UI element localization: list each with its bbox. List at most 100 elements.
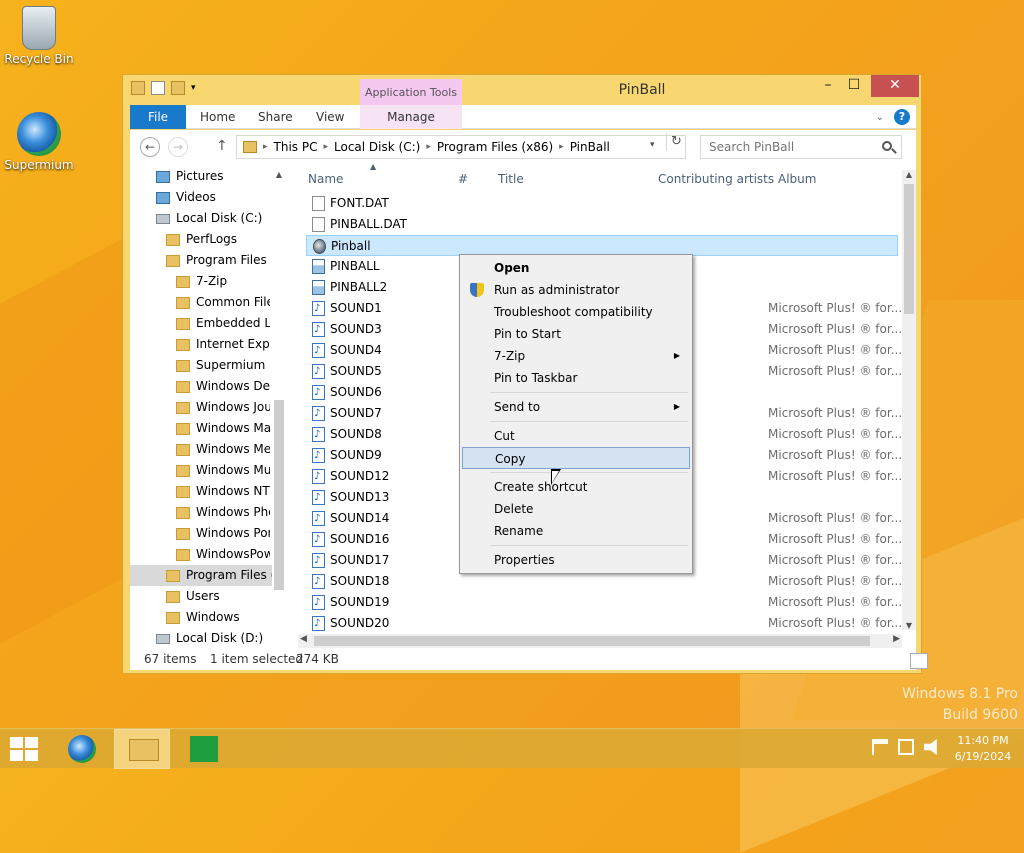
expand-ribbon-icon[interactable]: ⌄ bbox=[876, 112, 884, 123]
large-icons-view-icon[interactable] bbox=[910, 653, 928, 669]
breadcrumb-item[interactable]: PinBall bbox=[570, 140, 610, 154]
window-title: PinBall bbox=[618, 82, 666, 98]
search-input[interactable] bbox=[700, 135, 902, 159]
nav-item[interactable]: Common Files bbox=[130, 292, 270, 313]
breadcrumb-item[interactable]: Program Files (x86) bbox=[437, 140, 553, 154]
breadcrumb-separator-icon[interactable]: ▸ bbox=[426, 142, 431, 152]
minimize-button[interactable]: – bbox=[815, 75, 841, 97]
tab-home[interactable]: Home bbox=[188, 105, 247, 129]
nav-item[interactable]: Program Files bbox=[130, 250, 270, 271]
nav-item[interactable]: Pictures bbox=[130, 166, 270, 187]
file-row[interactable]: SOUND19 Microsoft Plus! ® for... bbox=[306, 592, 902, 613]
nav-pane-scroll-thumb[interactable] bbox=[274, 400, 284, 590]
menu-item[interactable]: Copy bbox=[462, 447, 690, 469]
nav-item[interactable]: Windows Photo Viewer bbox=[130, 502, 270, 523]
start-button[interactable] bbox=[10, 737, 40, 761]
nav-item[interactable]: Windows Journal bbox=[130, 397, 270, 418]
nav-item[interactable]: Windows NT bbox=[130, 481, 270, 502]
address-bar[interactable]: ▸ This PC ▸ Local Disk (C:) ▸ Program Fi… bbox=[236, 135, 686, 159]
nav-item[interactable]: WindowsPowerShell bbox=[130, 544, 270, 565]
nav-item[interactable]: PerfLogs bbox=[130, 229, 270, 250]
nav-item[interactable]: Windows Defender bbox=[130, 376, 270, 397]
nav-item[interactable]: Local Disk (D:) bbox=[130, 628, 270, 649]
taskbar-supermium[interactable] bbox=[54, 729, 110, 769]
action-center-flag-icon[interactable] bbox=[872, 739, 888, 755]
address-history-dropdown[interactable]: ▾ bbox=[650, 140, 655, 150]
breadcrumb-item[interactable]: Local Disk (C:) bbox=[334, 140, 420, 154]
column-header-number[interactable]: # bbox=[458, 172, 468, 186]
column-header-title[interactable]: Title bbox=[498, 172, 524, 186]
nav-item[interactable]: Embedded Lockdown Manager bbox=[130, 313, 270, 334]
vertical-scroll-thumb[interactable] bbox=[904, 184, 914, 314]
breadcrumb-separator-icon[interactable]: ▸ bbox=[263, 142, 268, 152]
breadcrumb-item[interactable]: This PC bbox=[274, 140, 318, 154]
nav-item[interactable]: Windows Media Player bbox=[130, 439, 270, 460]
nav-item[interactable]: Local Disk (C:) bbox=[130, 208, 270, 229]
tab-manage[interactable]: Manage bbox=[360, 105, 462, 129]
taskbar-store[interactable] bbox=[176, 729, 232, 769]
file-row[interactable]: PINBALL.DAT bbox=[306, 214, 898, 235]
menu-item[interactable]: Send to ▶ bbox=[462, 396, 690, 418]
help-icon[interactable]: ? bbox=[894, 109, 910, 125]
tab-share[interactable]: Share bbox=[246, 105, 305, 129]
file-list-horizontal-scrollbar[interactable]: ◀ ▶ bbox=[298, 634, 902, 648]
nav-item[interactable]: Windows bbox=[130, 607, 270, 628]
file-name: SOUND7 bbox=[330, 406, 382, 420]
tab-view[interactable]: View bbox=[304, 105, 356, 129]
close-button[interactable]: ✕ bbox=[871, 75, 919, 97]
refresh-button[interactable]: ↻ bbox=[666, 133, 686, 151]
nav-item-label: PerfLogs bbox=[186, 232, 238, 246]
navigation-bar: ← → ↑ ▸ This PC ▸ Local Disk (C:) ▸ Prog… bbox=[130, 130, 916, 164]
menu-item[interactable]: Cut bbox=[462, 425, 690, 447]
menu-item[interactable]: Properties bbox=[462, 549, 690, 571]
back-button[interactable]: ← bbox=[140, 137, 160, 157]
breadcrumb-separator-icon[interactable]: ▸ bbox=[323, 142, 328, 152]
menu-item[interactable]: 7-Zip ▶ bbox=[462, 345, 690, 367]
nav-item[interactable]: Windows Multimedia Platform bbox=[130, 460, 270, 481]
scroll-left-arrow[interactable]: ◀ bbox=[300, 634, 307, 644]
search-icon[interactable] bbox=[882, 141, 892, 151]
horizontal-scroll-thumb[interactable] bbox=[314, 636, 870, 646]
column-header-name[interactable]: Name bbox=[308, 172, 343, 186]
menu-item[interactable]: Pin to Start bbox=[462, 323, 690, 345]
nav-item[interactable]: Internet Explorer bbox=[130, 334, 270, 355]
maximize-button[interactable]: ☐ bbox=[841, 75, 867, 97]
up-button[interactable]: ↑ bbox=[216, 138, 228, 154]
file-list-vertical-scrollbar[interactable]: ▲ ▼ bbox=[902, 170, 916, 630]
title-bar[interactable]: ▾ Application Tools PinBall – ☐ ✕ bbox=[123, 75, 921, 105]
column-header-album[interactable]: Album bbox=[778, 172, 816, 186]
nav-item[interactable]: Users bbox=[130, 586, 270, 607]
taskbar-clock[interactable]: 11:40 PM 6/19/2024 bbox=[948, 733, 1018, 765]
nav-item[interactable]: Program Files (x86) bbox=[130, 565, 272, 586]
file-row[interactable]: Pinball bbox=[306, 235, 898, 256]
scroll-right-arrow[interactable]: ▶ bbox=[893, 634, 900, 644]
file-row[interactable]: FONT.DAT bbox=[306, 193, 898, 214]
menu-item[interactable]: Open bbox=[462, 257, 690, 279]
nav-item[interactable]: Videos bbox=[130, 187, 270, 208]
forward-button[interactable]: → bbox=[168, 137, 188, 157]
breadcrumb-separator-icon[interactable]: ▸ bbox=[559, 142, 564, 152]
scroll-down-arrow[interactable]: ▼ bbox=[902, 621, 916, 630]
nav-item[interactable]: Windows Portable Devices bbox=[130, 523, 270, 544]
tab-file[interactable]: File bbox=[130, 105, 186, 129]
nav-item[interactable]: Windows Mail bbox=[130, 418, 270, 439]
menu-item[interactable]: Run as administrator bbox=[462, 279, 690, 301]
file-row[interactable]: SOUND18 Microsoft Plus! ® for... bbox=[306, 571, 902, 592]
contributing-artist: Microsoft Plus! ® for... bbox=[768, 574, 902, 588]
menu-item[interactable]: Troubleshoot compatibility bbox=[462, 301, 690, 323]
scroll-up-arrow[interactable]: ▲ bbox=[273, 170, 285, 179]
menu-item[interactable]: Rename bbox=[462, 520, 690, 542]
volume-muted-icon[interactable] bbox=[924, 739, 937, 755]
nav-item[interactable]: Supermium bbox=[130, 355, 270, 376]
network-icon[interactable] bbox=[898, 739, 914, 755]
column-header-artists[interactable]: Contributing artists bbox=[658, 172, 774, 186]
taskbar-file-explorer[interactable] bbox=[114, 729, 170, 769]
nav-item[interactable]: 7-Zip bbox=[130, 271, 270, 292]
scroll-up-arrow[interactable]: ▲ bbox=[902, 170, 916, 179]
menu-item[interactable]: Create shortcut bbox=[462, 476, 690, 498]
menu-item[interactable]: Pin to Taskbar bbox=[462, 367, 690, 389]
menu-item[interactable]: Delete bbox=[462, 498, 690, 520]
file-row[interactable]: SOUND20 Microsoft Plus! ® for... bbox=[306, 613, 902, 634]
supermium-desktop-icon[interactable]: Supermium bbox=[1, 112, 77, 172]
recycle-bin-desktop-icon[interactable]: Recycle Bin bbox=[1, 6, 77, 66]
